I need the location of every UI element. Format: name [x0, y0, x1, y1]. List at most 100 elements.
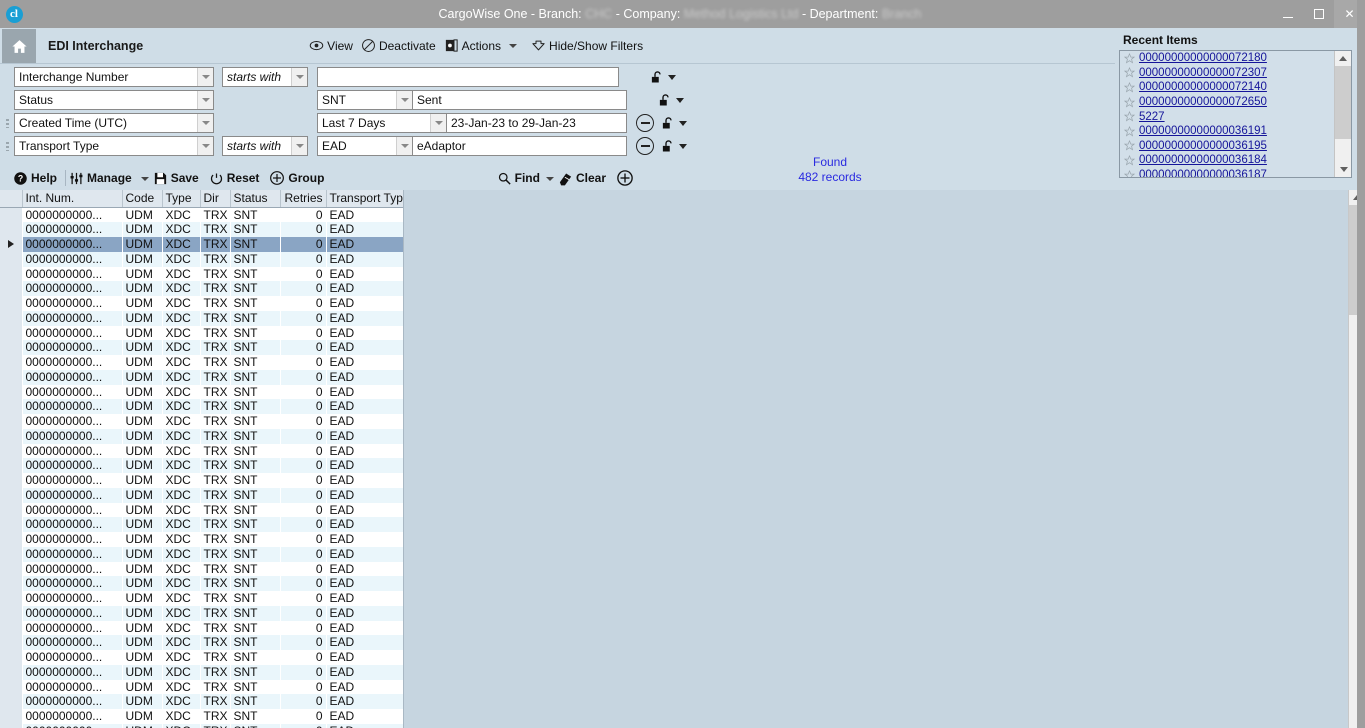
- row-selector-cell[interactable]: [0, 267, 22, 282]
- row-selector-cell[interactable]: [0, 207, 22, 222]
- table-row[interactable]: 0000000000...UDMXDCTRXSNT0EAD: [0, 665, 404, 680]
- unlocked-icon[interactable]: [658, 93, 673, 108]
- deactivate-button[interactable]: Deactivate: [359, 37, 438, 54]
- row-selector-cell[interactable]: [0, 414, 22, 429]
- table-row[interactable]: 0000000000...UDMXDCTRXSNT0EAD: [0, 591, 404, 606]
- row-selector-cell[interactable]: [0, 503, 22, 518]
- recent-item-link[interactable]: 00000000000000072650: [1139, 96, 1267, 108]
- filter-value-code-3[interactable]: EAD: [317, 136, 413, 156]
- recent-item-link[interactable]: 00000000000000072307: [1139, 67, 1267, 79]
- recent-item-link[interactable]: 00000000000000036184: [1139, 154, 1267, 166]
- column-header-type[interactable]: Type: [162, 190, 200, 207]
- table-row[interactable]: 0000000000...UDMXDCTRXSNT0EAD: [0, 340, 404, 355]
- chevron-down-icon[interactable]: [430, 114, 446, 132]
- column-header-code[interactable]: Code: [122, 190, 162, 207]
- filter-drag-handle[interactable]: [0, 112, 14, 134]
- minimize-button[interactable]: [1272, 0, 1303, 28]
- recent-item[interactable]: 00000000000000036191: [1120, 124, 1351, 139]
- row-selector-cell[interactable]: [0, 606, 22, 621]
- row-selector-cell[interactable]: [0, 709, 22, 724]
- table-row[interactable]: 0000000000...UDMXDCTRXSNT0EAD: [0, 606, 404, 621]
- column-header-transport-type[interactable]: Transport Type: [326, 190, 404, 207]
- star-outline-icon[interactable]: [1124, 67, 1135, 78]
- column-header-retries[interactable]: Retries: [280, 190, 326, 207]
- table-row[interactable]: 0000000000...UDMXDCTRXSNT0EAD: [0, 370, 404, 385]
- recent-item[interactable]: 5227: [1120, 109, 1351, 124]
- column-header-int-num[interactable]: Int. Num.: [22, 190, 122, 207]
- table-row[interactable]: 0000000000...UDMXDCTRXSNT0EAD: [0, 709, 404, 724]
- table-row[interactable]: 0000000000...UDMXDCTRXSNT0EAD: [0, 444, 404, 459]
- filter-lock-1[interactable]: [658, 93, 684, 108]
- chevron-down-icon[interactable]: [396, 91, 412, 109]
- row-selector-cell[interactable]: [0, 680, 22, 695]
- recent-item-link[interactable]: 00000000000000072180: [1139, 52, 1267, 64]
- unlocked-icon[interactable]: [650, 70, 665, 85]
- row-selector-cell[interactable]: [0, 473, 22, 488]
- row-selector-cell[interactable]: [0, 665, 22, 680]
- filter-field-select-0[interactable]: Interchange Number: [14, 67, 214, 87]
- filter-lock-3[interactable]: [661, 139, 687, 154]
- actions-button[interactable]: Actions: [442, 37, 519, 54]
- recent-item-link[interactable]: 00000000000000036191: [1139, 125, 1267, 137]
- filter-field-select-3[interactable]: Transport Type: [14, 136, 214, 156]
- filter-drag-handle[interactable]: [0, 135, 14, 157]
- row-selector-cell[interactable]: [0, 488, 22, 503]
- chevron-down-icon[interactable]: [676, 98, 684, 103]
- row-selector-cell[interactable]: [0, 252, 22, 267]
- row-selector-cell[interactable]: [0, 355, 22, 370]
- table-row[interactable]: 0000000000...UDMXDCTRXSNT0EAD: [0, 222, 404, 237]
- chevron-down-icon[interactable]: [668, 75, 676, 80]
- table-row[interactable]: 0000000000...UDMXDCTRXSNT0EAD: [0, 517, 404, 532]
- recent-item[interactable]: 00000000000000036184: [1120, 153, 1351, 168]
- table-row[interactable]: 0000000000...UDMXDCTRXSNT0EAD: [0, 281, 404, 296]
- table-row[interactable]: 0000000000...UDMXDCTRXSNT0EAD: [0, 252, 404, 267]
- recent-item[interactable]: 00000000000000036195: [1120, 139, 1351, 154]
- recent-item[interactable]: 00000000000000072180: [1120, 51, 1351, 66]
- filter-value-code-1[interactable]: SNT: [317, 90, 413, 110]
- table-row[interactable]: 0000000000...UDMXDCTRXSNT0EAD: [0, 532, 404, 547]
- star-outline-icon[interactable]: [1124, 126, 1135, 137]
- star-outline-icon[interactable]: [1124, 53, 1135, 64]
- table-row[interactable]: 0000000000...UDMXDCTRXSNT0EAD: [0, 429, 404, 444]
- chevron-down-icon[interactable]: [197, 68, 213, 86]
- table-row[interactable]: 0000000000...UDMXDCTRXSNT0EAD: [0, 621, 404, 636]
- scroll-up-button[interactable]: [1335, 51, 1351, 66]
- row-selector-cell[interactable]: [0, 621, 22, 636]
- find-button[interactable]: Find: [492, 171, 545, 186]
- recent-item[interactable]: 00000000000000072650: [1120, 95, 1351, 110]
- reset-button[interactable]: Reset: [204, 171, 265, 186]
- remove-filter-button-2[interactable]: [636, 114, 654, 132]
- unlocked-icon[interactable]: [661, 139, 676, 154]
- row-selector-cell[interactable]: [0, 650, 22, 665]
- home-button[interactable]: [2, 29, 36, 63]
- table-row[interactable]: 0000000000...UDMXDCTRXSNT0EAD: [0, 385, 404, 400]
- view-button[interactable]: View: [307, 37, 355, 54]
- filter-operator-select-0[interactable]: starts with: [222, 67, 308, 87]
- table-row[interactable]: 0000000000...UDMXDCTRXSNT0EAD: [0, 296, 404, 311]
- row-selector-cell[interactable]: [0, 311, 22, 326]
- row-selector-cell[interactable]: [0, 458, 22, 473]
- filter-field-select-1[interactable]: Status: [14, 90, 214, 110]
- row-selector-cell[interactable]: [0, 326, 22, 341]
- recent-items-scrollbar[interactable]: [1334, 51, 1351, 177]
- recent-item[interactable]: 00000000000000036187: [1120, 168, 1351, 178]
- hide-show-filters-button[interactable]: Hide/Show Filters: [529, 37, 645, 54]
- recent-item[interactable]: 00000000000000072140: [1120, 80, 1351, 95]
- table-row[interactable]: 0000000000...UDMXDCTRXSNT0EAD: [0, 355, 404, 370]
- add-filter-button[interactable]: [611, 169, 639, 187]
- recent-item-link[interactable]: 00000000000000072140: [1139, 81, 1267, 93]
- star-outline-icon[interactable]: [1124, 97, 1135, 108]
- recent-item[interactable]: 00000000000000072307: [1120, 66, 1351, 81]
- table-row[interactable]: 0000000000...UDMXDCTRXSNT0EAD: [0, 635, 404, 650]
- table-row[interactable]: 0000000000...UDMXDCTRXSNT0EAD: [0, 503, 404, 518]
- column-header-status[interactable]: Status: [230, 190, 280, 207]
- filter-value-code-2[interactable]: Last 7 Days: [317, 113, 447, 133]
- chevron-down-icon[interactable]: [509, 44, 517, 48]
- row-selector-cell[interactable]: [0, 370, 22, 385]
- clear-button[interactable]: Clear: [558, 171, 611, 186]
- star-outline-icon[interactable]: [1124, 82, 1135, 93]
- chevron-down-icon[interactable]: [679, 121, 687, 126]
- row-selector-cell[interactable]: [0, 399, 22, 414]
- table-row[interactable]: 0000000000...UDMXDCTRXSNT0EAD: [0, 237, 404, 252]
- row-selector-cell[interactable]: [0, 694, 22, 709]
